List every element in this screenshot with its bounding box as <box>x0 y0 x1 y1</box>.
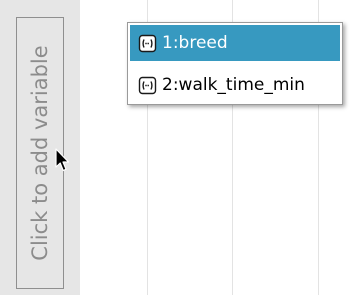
menu-item-walk-time-min[interactable]: 2:walk_time_min <box>130 67 340 103</box>
mouse-pointer-icon <box>55 148 70 172</box>
variable-icon <box>138 34 157 52</box>
menu-item-label: 2:walk_time_min <box>162 75 305 95</box>
variable-icon <box>138 76 157 94</box>
menu-item-label: 1:breed <box>162 33 228 53</box>
menu-item-breed[interactable]: 1:breed <box>130 25 340 61</box>
variable-menu: 1:breed 2:walk_time_min <box>127 22 343 105</box>
add-variable-label: Click to add variable <box>28 45 52 261</box>
